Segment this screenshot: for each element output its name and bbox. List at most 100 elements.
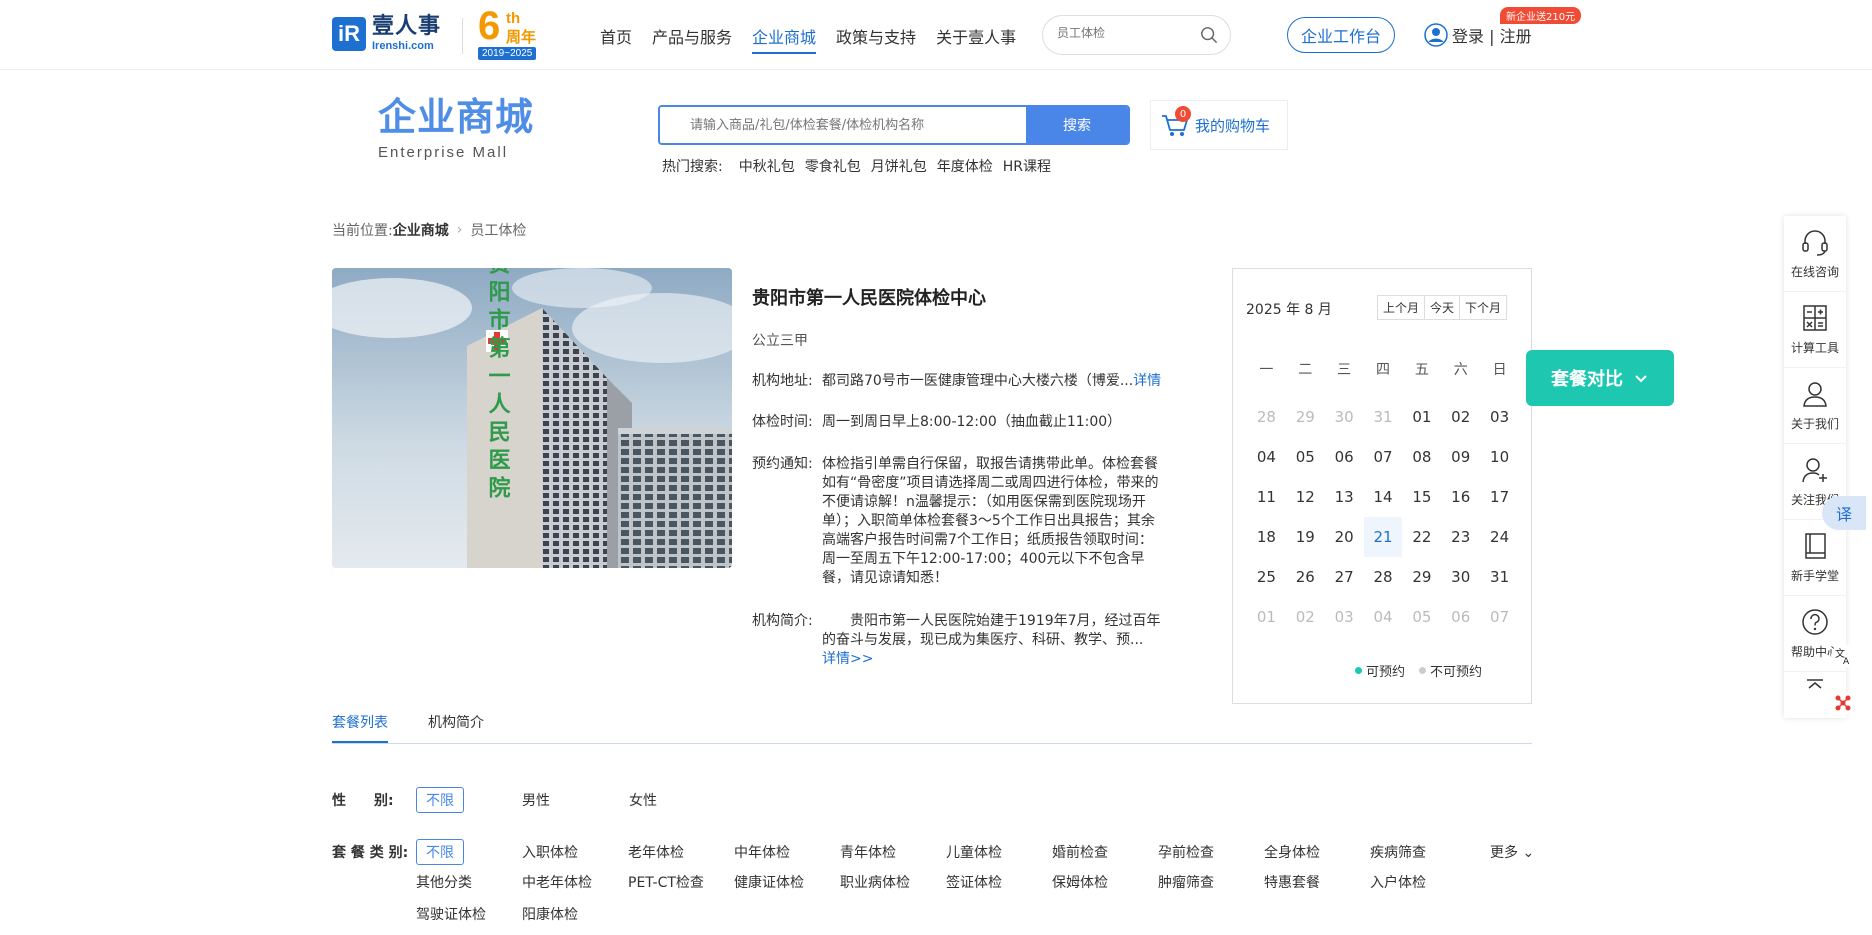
nav-about[interactable]: 关于壹人事 (936, 24, 1016, 54)
calendar-day[interactable]: 31 (1480, 557, 1519, 597)
calendar-day[interactable]: 05 (1286, 437, 1325, 477)
top-search-input[interactable] (1057, 26, 1197, 40)
calendar-day[interactable]: 04 (1364, 597, 1403, 637)
package-type-option[interactable]: 全身体检 (1264, 842, 1320, 862)
package-type-option[interactable]: 特惠套餐 (1264, 872, 1320, 892)
calendar-day[interactable]: 28 (1364, 557, 1403, 597)
prev-month-button[interactable]: 上个月 (1378, 296, 1424, 319)
mall-search-button[interactable]: 搜索 (1026, 107, 1128, 143)
package-compare-button[interactable]: 套餐对比 (1526, 350, 1674, 406)
calendar-day[interactable]: 13 (1325, 477, 1364, 517)
calendar-day[interactable]: 17 (1480, 477, 1519, 517)
calendar-day[interactable]: 07 (1480, 597, 1519, 637)
package-type-option[interactable]: 中年体检 (734, 842, 790, 862)
calendar-day[interactable]: 06 (1325, 437, 1364, 477)
nav-home[interactable]: 首页 (600, 24, 632, 54)
hot-tag-mooncake[interactable]: 月饼礼包 (871, 156, 927, 176)
hot-tag-mid-autumn[interactable]: 中秋礼包 (739, 156, 795, 176)
calendar-day[interactable]: 04 (1247, 437, 1286, 477)
package-type-option[interactable]: 青年体检 (840, 842, 896, 862)
calendar-day[interactable]: 03 (1325, 597, 1364, 637)
package-type-option[interactable]: 健康证体检 (734, 872, 804, 892)
more-filter-button[interactable]: 更多 ⌄ (1490, 842, 1534, 862)
login-register-label[interactable]: 登录 | 注册 (1452, 23, 1532, 47)
calendar-day[interactable]: 20 (1325, 517, 1364, 557)
calendar-day[interactable]: 27 (1325, 557, 1364, 597)
cart-label[interactable]: 我的购物车 (1195, 115, 1270, 136)
calendar-day[interactable]: 09 (1441, 437, 1480, 477)
package-type-option[interactable]: 婚前检查 (1052, 842, 1108, 862)
calendar-day[interactable]: 30 (1441, 557, 1480, 597)
calendar-day[interactable]: 26 (1286, 557, 1325, 597)
package-type-option[interactable]: 入职体检 (522, 842, 578, 862)
breadcrumb-mall[interactable]: 企业商城 (393, 220, 449, 240)
package-type-option[interactable]: 孕前检查 (1158, 842, 1214, 862)
nav-policy[interactable]: 政策与支持 (836, 24, 916, 54)
calendar-day[interactable]: 22 (1402, 517, 1441, 557)
package-type-option[interactable]: 签证体检 (946, 872, 1002, 892)
gender-option[interactable]: 女性 (629, 790, 657, 810)
calendar-day[interactable]: 19 (1286, 517, 1325, 557)
sidebar-beginner-school[interactable]: 新手学堂 (1784, 520, 1846, 596)
calendar-day[interactable]: 14 (1364, 477, 1403, 517)
gender-option[interactable]: 不限 (416, 787, 464, 813)
calendar-day[interactable]: 30 (1325, 397, 1364, 437)
calendar-day[interactable]: 25 (1247, 557, 1286, 597)
hot-tag-hr-course[interactable]: HR课程 (1003, 156, 1051, 176)
search-icon[interactable] (1200, 26, 1218, 44)
calendar-day[interactable]: 24 (1480, 517, 1519, 557)
sidebar-online-consult[interactable]: 在线咨询 (1784, 216, 1846, 292)
package-type-option[interactable]: 驾驶证体检 (416, 904, 486, 924)
package-type-option[interactable]: 中老年体检 (522, 872, 592, 892)
calendar-day[interactable]: 08 (1402, 437, 1441, 477)
next-month-button[interactable]: 下个月 (1459, 296, 1506, 319)
calendar-day[interactable]: 07 (1364, 437, 1403, 477)
sidebar-calc-tools[interactable]: 计算工具 (1784, 292, 1846, 368)
package-type-option[interactable]: 不限 (416, 839, 464, 865)
nav-products[interactable]: 产品与服务 (652, 24, 732, 54)
package-type-option[interactable]: PET-CT检查 (628, 872, 704, 892)
site-logo[interactable]: iR 壹人事 Irenshi.com (332, 16, 441, 52)
mall-search-input[interactable] (660, 107, 1026, 143)
tab-institution-intro[interactable]: 机构简介 (428, 712, 484, 743)
address-detail-link[interactable]: 详情 (1133, 373, 1161, 389)
calendar-day[interactable]: 29 (1402, 557, 1441, 597)
calendar-day[interactable]: 15 (1402, 477, 1441, 517)
package-type-option[interactable]: 儿童体检 (946, 842, 1002, 862)
package-type-option[interactable]: 其他分类 (416, 872, 472, 892)
calendar-day[interactable]: 10 (1480, 437, 1519, 477)
package-type-option[interactable]: 保姆体检 (1052, 872, 1108, 892)
hot-tag-snack[interactable]: 零食礼包 (805, 156, 861, 176)
login-register[interactable]: 登录 | 注册 (1424, 23, 1532, 47)
intro-detail-link[interactable]: 详情>> (822, 651, 873, 667)
language-icon[interactable]: 文A (1830, 643, 1856, 669)
package-type-option[interactable]: 老年体检 (628, 842, 684, 862)
nav-mall[interactable]: 企业商城 (752, 24, 817, 54)
calendar-day[interactable]: 29 (1286, 397, 1325, 437)
calendar-day[interactable]: 12 (1286, 477, 1325, 517)
calendar-day[interactable]: 28 (1247, 397, 1286, 437)
workbench-button[interactable]: 企业工作台 (1287, 17, 1395, 53)
tab-package-list[interactable]: 套餐列表 (332, 712, 388, 743)
sidebar-about-us[interactable]: 关于我们 (1784, 368, 1846, 444)
calendar-day[interactable]: 02 (1286, 597, 1325, 637)
today-button[interactable]: 今天 (1424, 296, 1459, 319)
calendar-day[interactable]: 02 (1441, 397, 1480, 437)
calendar-day-today[interactable]: 21 (1363, 517, 1403, 557)
package-type-option[interactable]: 疾病筛查 (1370, 842, 1426, 862)
gender-option[interactable]: 男性 (522, 790, 550, 810)
package-type-option[interactable]: 肿瘤筛查 (1158, 872, 1214, 892)
package-type-option[interactable]: 入户体检 (1370, 872, 1426, 892)
calendar-day[interactable]: 18 (1247, 517, 1286, 557)
package-type-option[interactable]: 职业病体检 (840, 872, 910, 892)
calendar-day[interactable]: 06 (1441, 597, 1480, 637)
package-type-option[interactable]: 阳康体检 (522, 904, 578, 924)
calendar-day[interactable]: 03 (1480, 397, 1519, 437)
calendar-day[interactable]: 05 (1402, 597, 1441, 637)
calendar-day[interactable]: 31 (1364, 397, 1403, 437)
cart-button[interactable]: 0 我的购物车 (1150, 100, 1288, 150)
calendar-day[interactable]: 01 (1247, 597, 1286, 637)
calendar-day[interactable]: 11 (1247, 477, 1286, 517)
translate-button[interactable]: 译 (1822, 496, 1866, 530)
hot-tag-annual-checkup[interactable]: 年度体检 (937, 156, 993, 176)
